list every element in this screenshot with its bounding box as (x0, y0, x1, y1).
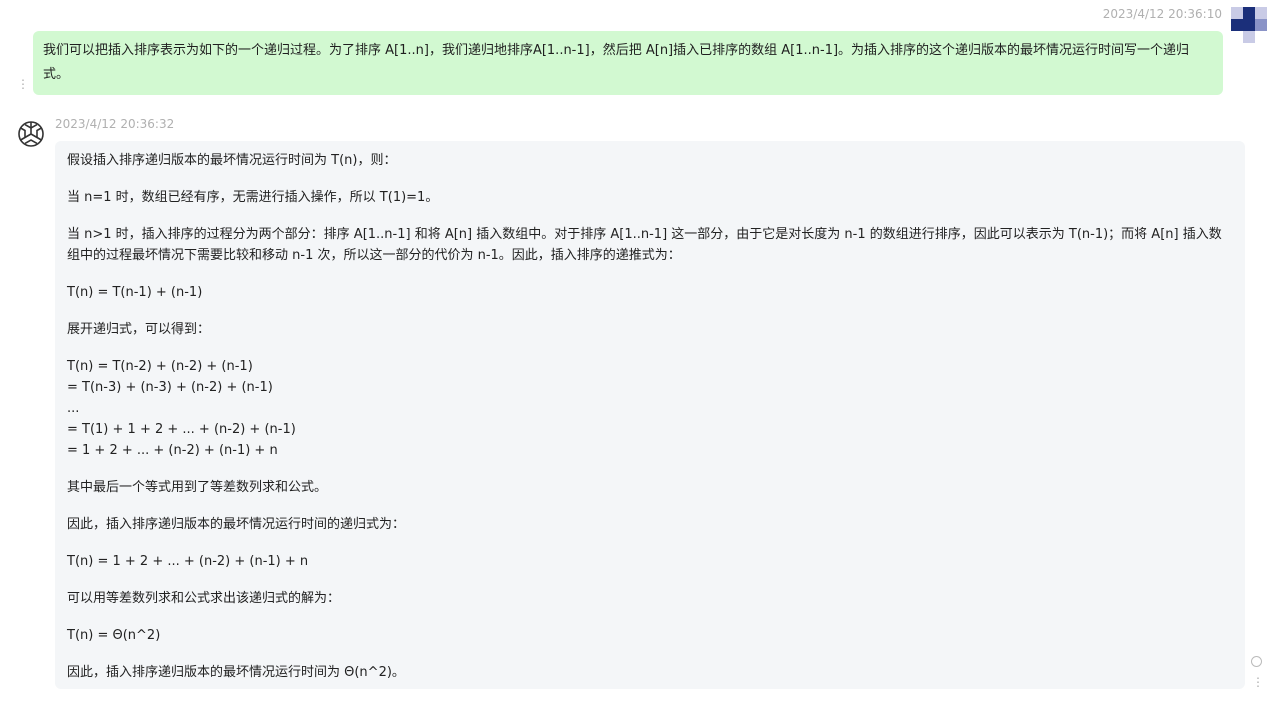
formula-line: T(n) = T(n-1) + (n-1) (67, 285, 203, 300)
answer-line: 假设插入排序递归版本的最坏情况运行时间为 T(n)，则： (67, 153, 397, 168)
status-circle-icon[interactable] (1251, 656, 1262, 667)
user-avatar-icon[interactable] (1231, 7, 1267, 43)
formula-line: = 1 + 2 + ... + (n-2) + (n-1) + n (67, 443, 278, 458)
formula-line: T(n) = T(n-2) + (n-2) + (n-1) (67, 359, 253, 374)
formula-line: T(n) = 1 + 2 + ... + (n-2) + (n-1) + n (67, 554, 309, 569)
formula-line: = T(n-3) + (n-3) + (n-2) + (n-1) (67, 380, 273, 395)
answer-line: 可以用等差数列求和公式求出该递归式的解为： (67, 591, 341, 606)
answer-line: 因此，插入排序递归版本的最坏情况运行时间为 Θ(n^2)。 (67, 665, 405, 680)
assistant-message-timestamp: 2023/4/12 20:36:32 (55, 117, 175, 131)
chat-page: 2023/4/12 20:36:10 我们可以把插入排序表示为如下的一个递归过程… (0, 0, 1273, 703)
formula-line: ... (67, 401, 80, 416)
user-message-text: 我们可以把插入排序表示为如下的一个递归过程。为了排序 A[1..n]，我们递归地… (43, 43, 1190, 82)
answer-line: 其中最后一个等式用到了等差数列求和公式。 (67, 480, 328, 495)
user-message-bubble: 我们可以把插入排序表示为如下的一个递归过程。为了排序 A[1..n]，我们递归地… (33, 31, 1223, 95)
answer-line: 展开递归式，可以得到： (67, 322, 211, 337)
assistant-message-bubble: 假设插入排序递归版本的最坏情况运行时间为 T(n)，则： 当 n=1 时，数组已… (55, 141, 1245, 689)
answer-line: 当 n=1 时，数组已经有序，无需进行插入操作，所以 T(1)=1。 (67, 190, 439, 205)
more-vertical-icon[interactable]: ⋮ (1252, 676, 1264, 688)
answer-line: 因此，插入排序递归版本的最坏情况运行时间的递归式为： (67, 517, 406, 532)
openai-logo-icon (16, 119, 46, 149)
answer-line: 当 n>1 时，插入排序的过程分为两个部分：排序 A[1..n-1] 和将 A[… (67, 227, 1222, 263)
formula-line: T(n) = Θ(n^2) (67, 628, 161, 643)
more-vertical-icon[interactable]: ⋮ (17, 78, 29, 90)
user-message-timestamp: 2023/4/12 20:36:10 (1102, 7, 1222, 21)
formula-line: = T(1) + 1 + 2 + ... + (n-2) + (n-1) (67, 422, 296, 437)
